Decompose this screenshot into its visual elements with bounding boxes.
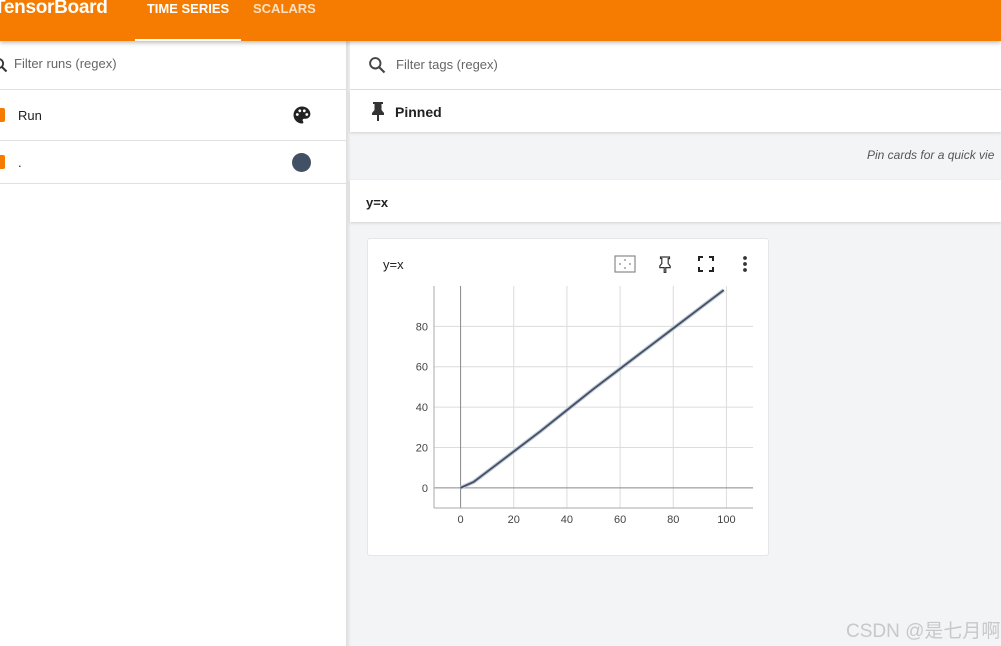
runs-header-row: Run (0, 90, 347, 141)
pin-icon (371, 101, 385, 126)
select-all-checkbox[interactable] (0, 108, 5, 122)
card-title: y=x (383, 257, 404, 272)
pin-icon[interactable] (653, 252, 677, 276)
y-tick-label: 80 (416, 321, 428, 333)
y-tick-label: 60 (416, 362, 428, 374)
app-brand: TensorBoard (0, 0, 108, 18)
tab-scalars-label: SCALARS (253, 1, 316, 16)
scalar-card: y=x 0 20 40 60 80 100 0 20 40 60 80 (367, 238, 769, 556)
y-tick-label: 0 (422, 483, 428, 495)
x-tick-label: 60 (614, 514, 626, 526)
runs-header-label: Run (18, 108, 42, 123)
palette-icon[interactable] (292, 105, 312, 130)
search-icon (368, 56, 386, 79)
more-vert-icon[interactable] (733, 252, 757, 276)
pinned-empty-hint: Pin cards for a quick vie (867, 148, 995, 162)
filter-runs-input[interactable] (14, 56, 314, 71)
x-tick-label: 100 (717, 514, 735, 526)
fullscreen-icon[interactable] (694, 252, 718, 276)
filter-tags-bar (350, 41, 1001, 90)
watermark: CSDN @是七月啊 (846, 621, 1001, 642)
pinned-section-header: Pinned (350, 90, 1001, 132)
run-checkbox[interactable] (0, 155, 5, 169)
tag-group-header[interactable]: y=x (350, 180, 1001, 222)
runs-panel: Run . (0, 41, 347, 646)
x-tick-label: 20 (508, 514, 520, 526)
y-tick-label: 40 (416, 402, 428, 414)
active-tab-indicator (135, 39, 241, 41)
tab-scalars[interactable]: SCALARS (253, 1, 316, 41)
run-row[interactable]: . (0, 141, 347, 184)
top-app-bar: TensorBoard TIME SERIES SCALARS (0, 0, 1001, 41)
filter-tags-input[interactable] (396, 57, 796, 72)
tab-time-series[interactable]: TIME SERIES (135, 1, 241, 41)
tab-time-series-label: TIME SERIES (146, 1, 230, 16)
line-chart[interactable]: 0 20 40 60 80 100 0 20 40 60 80 (368, 279, 770, 539)
x-tick-label: 80 (667, 514, 679, 526)
run-name: . (18, 155, 22, 170)
fit-domain-icon[interactable] (613, 252, 637, 276)
x-tick-label: 40 (561, 514, 573, 526)
search-icon (0, 57, 8, 78)
main-content: Pinned Pin cards for a quick vie y=x y=x… (350, 41, 1001, 646)
y-tick-label: 20 (416, 442, 428, 454)
pinned-title: Pinned (395, 104, 442, 120)
filter-runs-bar (0, 41, 347, 90)
tag-group-title: y=x (366, 195, 389, 210)
x-tick-label: 0 (458, 514, 464, 526)
run-color-swatch[interactable] (292, 153, 311, 172)
